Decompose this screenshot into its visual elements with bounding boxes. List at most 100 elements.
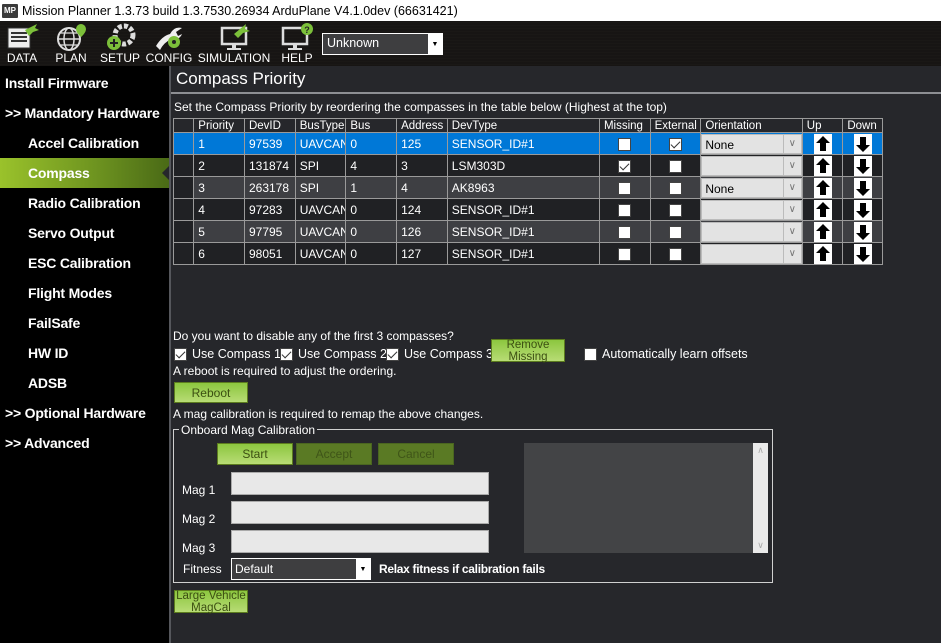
toolbar-data-button[interactable]: DATA [4,21,40,66]
row-header[interactable] [172,220,195,243]
row-header[interactable] [172,154,195,177]
move-up-button[interactable] [813,177,832,198]
table-header-row: Priority DevID BusType Bus Address DevTy… [172,118,883,133]
sidebar-item-radio-calibration[interactable]: Radio Calibration [0,188,169,218]
toolbar-config-button[interactable]: CONFIG [146,21,192,66]
toolbar-help-button[interactable]: ? HELP [278,21,316,66]
move-up-button[interactable] [813,221,832,242]
auto-learn-offsets-checkbox[interactable]: Automatically learn offsets [584,347,748,361]
move-down-button[interactable] [853,133,872,154]
accept-button[interactable]: Accept [296,443,372,465]
column-header-priority[interactable]: Priority [193,118,245,133]
external-checkbox[interactable] [668,181,682,195]
large-vehicle-magcal-button[interactable]: Large Vehicle MagCal [174,590,248,614]
use-compass-3-checkbox[interactable]: Use Compass 3 [386,347,493,361]
table-row[interactable]: 3 263178 SPI 1 4 AK8963 None ∨ [172,176,883,199]
column-header-down[interactable]: Down [842,118,883,133]
orientation-select[interactable]: ∨ [701,243,802,264]
mode-select-value: Unknown [327,36,380,50]
sidebar-item-hw-id[interactable]: HW ID [0,338,169,368]
column-header-devid[interactable]: DevID [243,118,296,133]
priority-description: Set the Compass Priority by reordering t… [174,100,667,114]
move-down-button[interactable] [853,221,872,242]
row-header[interactable] [172,132,195,155]
sidebar-item-compass[interactable]: Compass [0,158,169,188]
orientation-select[interactable]: None ∨ [701,177,802,198]
cancel-button[interactable]: Cancel [378,443,454,465]
fitness-select[interactable]: Default ▼ [231,558,371,580]
missing-checkbox[interactable] [618,203,632,217]
column-header-bus[interactable]: Bus [345,118,398,133]
orientation-select[interactable]: ∨ [701,155,802,176]
orientation-select[interactable]: None ∨ [701,133,802,154]
use-compass-1-checkbox[interactable]: Use Compass 1 [174,347,281,361]
table-row[interactable]: 5 97795 UAVCAN 0 126 SENSOR_ID#1 ∨ [172,220,883,243]
calibration-log-textbox[interactable]: ∧ ∨ [524,443,768,553]
move-down-button[interactable] [853,243,872,264]
external-checkbox[interactable] [668,159,682,173]
sidebar-item-optional-hardware[interactable]: >> Optional Hardware [0,398,169,428]
sidebar-item-mandatory-hardware[interactable]: >> Mandatory Hardware [0,98,169,128]
missing-checkbox[interactable] [618,181,632,195]
table-row[interactable]: 4 97283 UAVCAN 0 124 SENSOR_ID#1 ∨ [172,198,883,221]
cell-external [649,132,702,155]
missing-checkbox[interactable] [618,247,632,261]
cell-orientation: None ∨ [700,176,803,199]
sidebar-item-label: Compass [28,165,90,181]
row-header[interactable] [172,176,195,199]
cell-external [649,176,702,199]
column-header-external[interactable]: External [649,118,702,133]
move-up-button[interactable] [813,133,832,154]
column-header-orientation[interactable]: Orientation [700,118,803,133]
column-header-missing[interactable]: Missing [598,118,651,133]
orientation-value: None [701,133,784,154]
sidebar-item-label: ADSB [28,375,67,391]
scroll-up-icon[interactable]: ∧ [757,445,764,456]
row-header[interactable] [172,242,195,265]
sidebar-item-servo-output[interactable]: Servo Output [0,218,169,248]
external-checkbox[interactable] [668,247,682,261]
table-row[interactable]: 2 131874 SPI 4 3 LSM303D ∨ [172,154,883,177]
start-button[interactable]: Start [217,443,293,465]
sidebar-item-accel-calibration[interactable]: Accel Calibration [0,128,169,158]
table-row[interactable]: 1 97539 UAVCAN 0 125 SENSOR_ID#1 None ∨ [172,132,883,155]
sidebar-item-failsafe[interactable]: FailSafe [0,308,169,338]
move-down-button[interactable] [853,155,872,176]
missing-checkbox[interactable] [618,225,632,239]
sidebar-item-flight-modes[interactable]: Flight Modes [0,278,169,308]
log-scrollbar[interactable]: ∧ ∨ [753,443,768,553]
cell-devid: 97283 [243,198,296,221]
use-compass-2-checkbox[interactable]: Use Compass 2 [280,347,387,361]
table-row[interactable]: 6 98051 UAVCAN 0 127 SENSOR_ID#1 ∨ [172,242,883,265]
reboot-button[interactable]: Reboot [174,382,248,403]
orientation-select[interactable]: ∨ [701,221,802,242]
column-header-devtype[interactable]: DevType [446,118,600,133]
move-up-button[interactable] [813,155,832,176]
missing-checkbox[interactable] [618,137,632,151]
sidebar-item-install-firmware[interactable]: Install Firmware [0,68,169,98]
sidebar-item-adsb[interactable]: ADSB [0,368,169,398]
move-down-button[interactable] [853,177,872,198]
external-checkbox[interactable] [668,203,682,217]
move-down-button[interactable] [853,199,872,220]
relax-fitness-label: Relax fitness if calibration fails [379,562,545,576]
toolbar-simulation-button[interactable]: SIMULATION [198,21,270,66]
remove-missing-button[interactable]: Remove Missing [491,339,565,363]
column-header-address[interactable]: Address [396,118,448,133]
sidebar-item-esc-calibration[interactable]: ESC Calibration [0,248,169,278]
column-header-up[interactable]: Up [801,118,844,133]
toolbar-setup-button[interactable]: SETUP [100,21,140,66]
orientation-select[interactable]: ∨ [701,199,802,220]
toolbar-plan-button[interactable]: PLAN [52,21,90,66]
mode-select[interactable]: Unknown ▼ [322,33,443,55]
sidebar-item-advanced[interactable]: >> Advanced [0,428,169,458]
arrow-down-icon [854,158,872,176]
missing-checkbox[interactable] [618,159,632,173]
move-up-button[interactable] [813,199,832,220]
external-checkbox[interactable] [668,225,682,239]
move-up-button[interactable] [813,243,832,264]
column-header-bustype[interactable]: BusType [294,118,347,133]
scroll-down-icon[interactable]: ∨ [757,540,764,551]
external-checkbox[interactable] [668,137,682,151]
row-header[interactable] [172,198,195,221]
